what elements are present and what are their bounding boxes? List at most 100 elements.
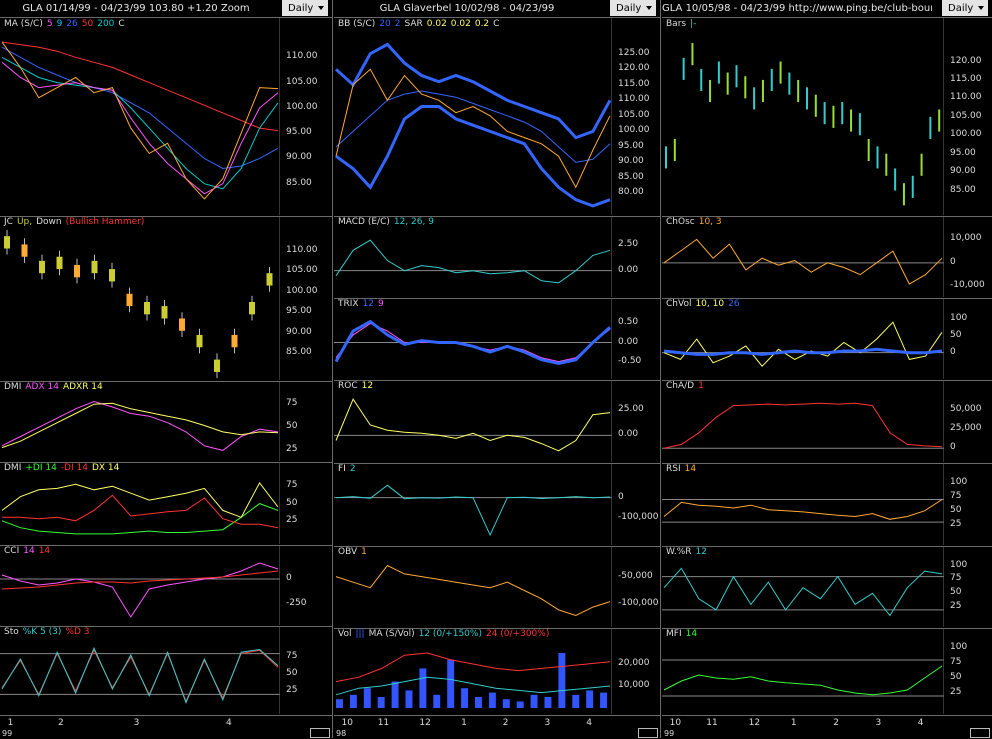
y-tick-label: 0 [618,491,624,502]
x-tick-label: 3 [875,718,882,728]
indicator-panel-c1-cci[interactable]: CCI 14 14 0 -250 [0,545,332,627]
y-tick-label: 25 [950,518,962,529]
indicator-panel-c3-chvol[interactable]: ChVol 10, 10 26 100 50 0 [662,298,992,381]
indicator-panel-c2-roc[interactable]: ROC 12 25.00 0.00 [334,380,660,464]
volume-bar [530,694,538,708]
indicator-panel-c1-jc[interactable]: JC Up, Down (Bullish Hammer) 110.00 105.00 100… [0,216,332,382]
y-tick-label: 105.00 [286,265,318,276]
chart-header: GLA Glaverbel 10/02/98 - 04/23/99 Daily [334,0,660,18]
indicator-panel-c2-fi[interactable]: FI 2 0 -100,000 [334,463,660,547]
label-part: 26 [66,19,78,29]
year-label: 99 [2,729,13,738]
x-tick-label: 2 [833,718,839,728]
indicator-panel-c2-vol[interactable]: Vol ||| MA (S/Vol) 12 (0/+150%) 24 (0/+300%)… [334,628,660,716]
label-part: Sto [4,627,19,637]
scroll-control[interactable] [970,728,990,738]
indicator-panel-c3-rsi[interactable]: RSI 14 100 75 50 25 [662,463,992,547]
x-axis: 1 2 3 4 99 [0,715,332,739]
label-part: 12, 26, 9 [393,217,434,227]
series-line [335,398,611,452]
scroll-control[interactable] [310,728,330,738]
volume-bar [488,692,496,708]
candle-body [179,318,185,331]
indicator-panel-c2-trix[interactable]: TRIX 12 9 0.50 0.00 -0.50 [334,298,660,381]
label-part: 24 (0/+300%) [485,629,550,639]
label-part: 0.2 [474,19,490,29]
indicator-panel-c3-chosc[interactable]: ChOsc 10, 3 10,000 0 -10,000 [662,216,992,299]
candle-body [196,334,203,348]
indicator-panel-c2-macd[interactable]: MACD (E/C) 12, 26, 9 2.50 0.00 [334,216,660,299]
volume-bar [377,697,385,708]
y-tick-label: 110.00 [286,244,318,255]
volume-bar [349,694,357,708]
indicator-label: DMI ADX 14 ADXR 14 [4,382,107,392]
y-tick-label: -0.50 [618,355,642,366]
y-tick-label: 80.00 [618,187,644,198]
y-tick-label: 105.00 [618,109,650,120]
series-line [1,56,279,190]
y-tick-label: 95.00 [618,140,644,151]
indicator-label: MFI 14 [666,629,701,639]
label-part: |- [690,19,697,29]
label-part: DMI [4,463,22,473]
label-part: 14 [23,546,35,556]
chart-header: GLA 10/05/98 - 04/23/99 http://www.ping.… [662,0,992,18]
indicator-panel-c3-mfi[interactable]: MFI 14 100 75 50 25 [662,628,992,716]
indicator-panel-c3-chad[interactable]: ChA/D 1 50,000 25,000 0 [662,380,992,464]
y-tick-label: 75 [950,573,962,584]
label-part: Up, [16,217,33,227]
y-tick-label: 90.00 [286,326,312,337]
x-tick-label: 11 [706,718,718,728]
indicator-panel-c1-dmi2[interactable]: DMI +DI 14 -DI 14 DX 14 75 50 25 [0,462,332,546]
indicator-panel-c3-bars[interactable]: Bars |- 120.00 115.00 110.00 105.00 100.00 95.0… [662,18,992,217]
y-tick-label: 50 [286,497,298,508]
label-part: JC [4,217,13,227]
plot-area [662,546,944,627]
label-part: DX 14 [91,463,120,473]
indicator-panel-c1-sto[interactable]: Sto %K 5 (3) %D 3 75 50 25 [0,626,332,716]
label-part: ADXR 14 [62,382,103,392]
plot-area [662,380,944,462]
candle-body [109,269,115,282]
x-tick-label: 10 [669,718,682,728]
column-divider [660,0,661,738]
chart-title: GLA 10/05/98 - 04/23/99 http://www.ping.… [662,3,932,14]
y-tick-label: 90.00 [950,166,976,177]
series-line [663,321,943,367]
period-select[interactable]: Daily [282,0,328,16]
y-tick-label: -50,000 [618,570,653,581]
indicator-panel-c2-bb[interactable]: BB (S/C) 20 2 SAR 0.02 0.02 0.2 C 125.00 120.00 11… [334,18,660,217]
indicator-label: MA (S/C) 5 9 26 50 200 C [4,19,129,29]
y-tick-label: 100.00 [286,285,318,296]
label-part: C [118,19,125,29]
y-tick-label: 50,000 [950,403,982,414]
volume-bar [600,692,608,708]
label-part: +DI 14 [25,463,57,473]
label-part: Down [36,217,62,227]
series-line [1,562,279,618]
plot-area [335,628,612,714]
scroll-control[interactable] [638,728,658,738]
y-tick-label: 100 [950,642,968,652]
indicator-panel-c2-obv[interactable]: OBV 1 -50,000 -100,000 [334,546,660,629]
indicator-panel-c1-ma[interactable]: MA (S/C) 5 9 26 50 200 C 110.00 105.00 100.00 95.0… [0,18,332,217]
label-part: MFI [666,629,682,639]
indicator-label: BB (S/C) 20 2 SAR 0.02 0.02 0.2 C [338,19,503,29]
indicator-panel-c1-dmi1[interactable]: DMI ADX 14 ADXR 14 75 50 25 [0,381,332,463]
y-tick-label: -10,000 [950,280,985,291]
indicator-label: ChVol 10, 10 26 [666,299,744,309]
series-line [1,41,279,200]
indicator-panel-c3-wr[interactable]: W.%R 12 100 75 50 25 [662,546,992,629]
indicator-label: FI 2 [338,464,360,474]
y-tick-label: 2.50 [618,239,639,250]
label-part: 9 [378,299,384,309]
y-tick-label: 120.00 [950,55,982,66]
period-select[interactable]: Daily [610,0,656,16]
period-select[interactable]: Daily [942,0,988,16]
label-part: (Bullish Hammer) [65,217,145,227]
label-part: 12 [362,299,375,309]
y-tick-label: 50 [286,421,298,432]
y-tick-label: 25 [286,444,298,455]
volume-bar [558,653,566,708]
series-line [663,499,943,520]
